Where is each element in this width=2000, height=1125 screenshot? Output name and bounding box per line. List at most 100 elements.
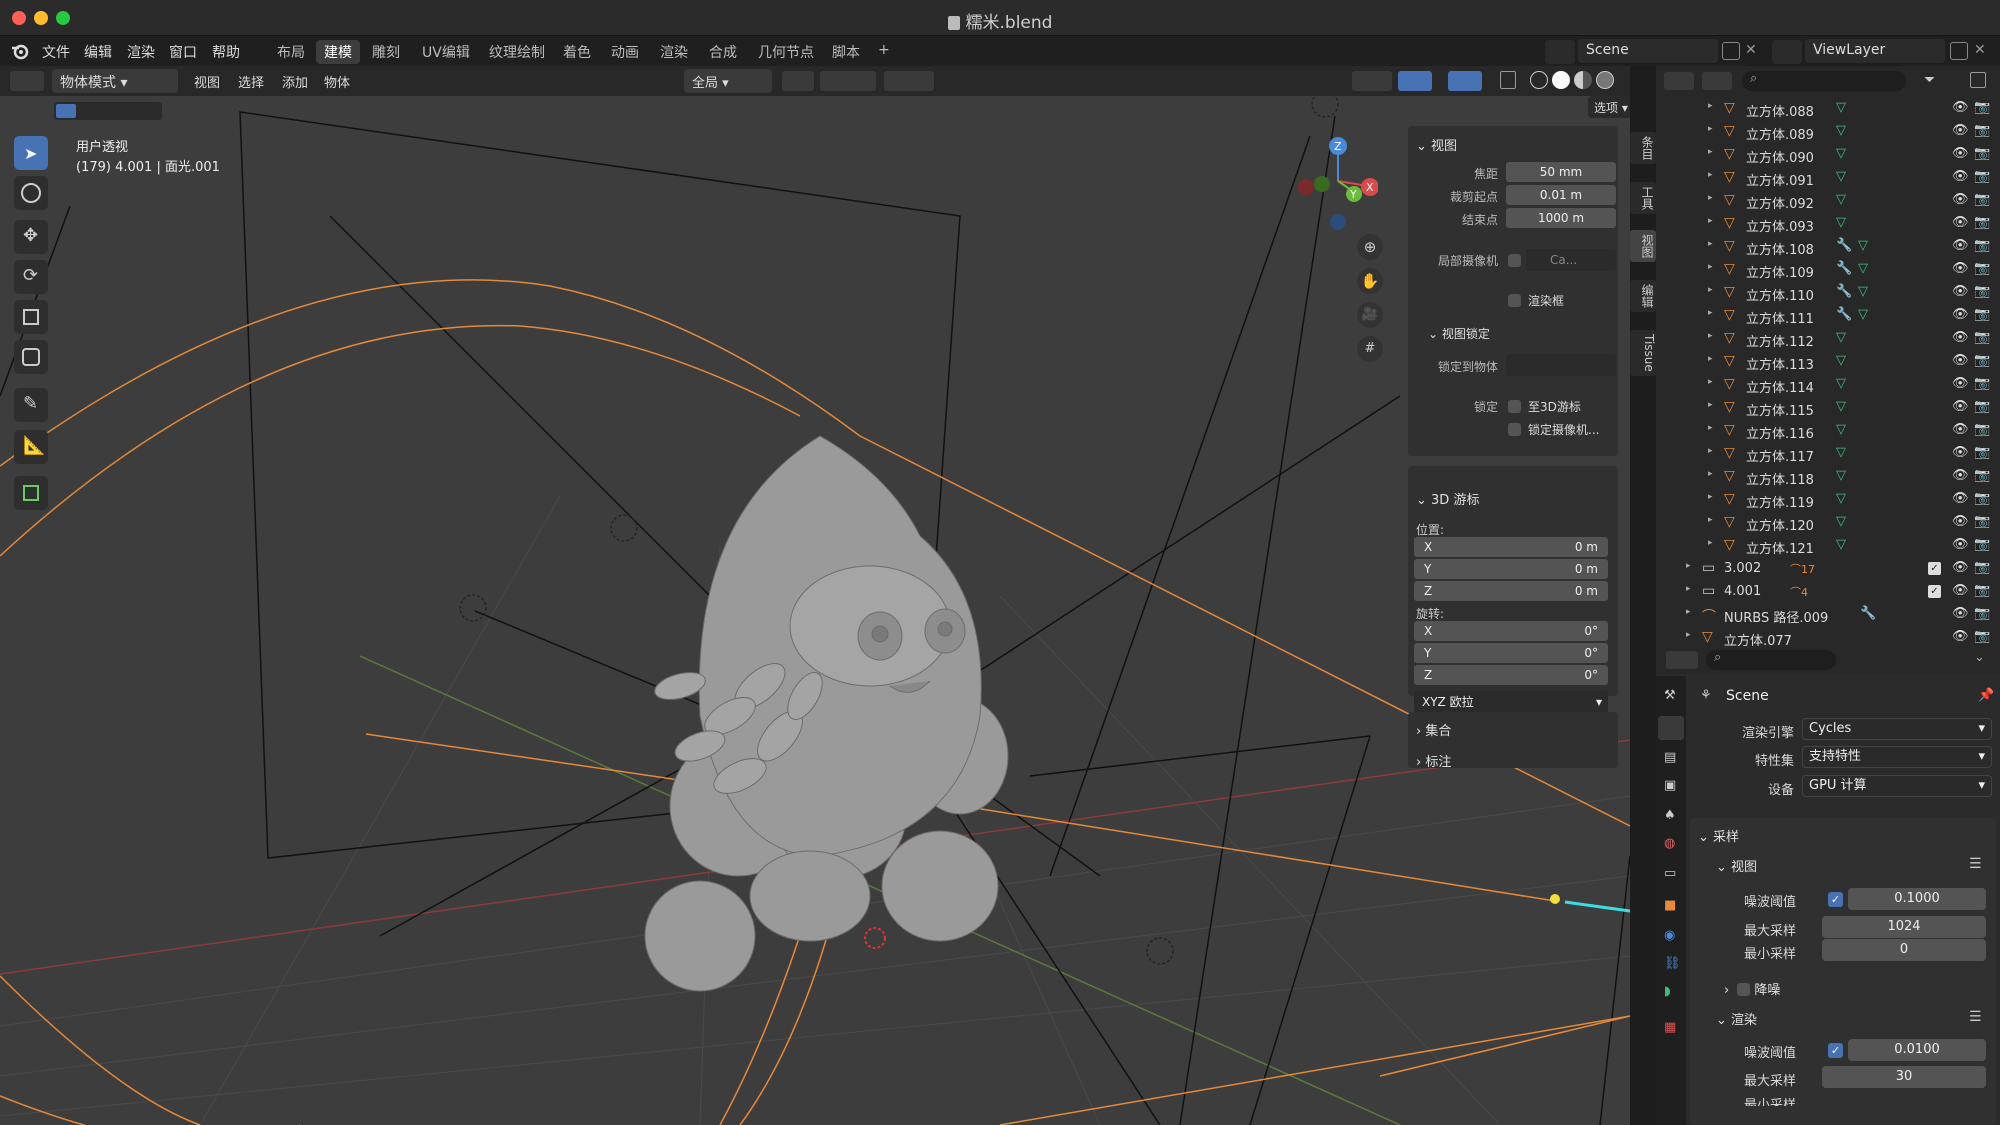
mesh-data-icon[interactable]: ▽ [1836, 537, 1846, 552]
select-tool-button[interactable]: ➤ [14, 136, 48, 170]
mesh-data-icon[interactable]: ▽ [1836, 330, 1846, 345]
outliner-collection-row[interactable]: ▸ ▭ 3.002 ⌒17 ✓ 👁 📷 [1656, 558, 2000, 581]
viewport-menu-select[interactable]: 选择 [238, 72, 264, 91]
denoise-checkbox[interactable] [1737, 983, 1751, 996]
render-region-checkbox[interactable] [1508, 294, 1521, 307]
outliner-object-row[interactable]: ▸ ▽ 立方体.117 ▽ 👁 📷 [1656, 443, 2000, 466]
expand-arrow-icon[interactable]: ▸ [1708, 147, 1713, 157]
r-max-field[interactable]: 30 [1822, 1066, 1986, 1088]
cursor-y-field[interactable]: Y0 m [1414, 559, 1608, 579]
viewport-presets-icon[interactable]: ☰ [1969, 856, 1982, 872]
outliner-curve-row[interactable]: ▸ ⌒ NURBS 路径.009 🔧 👁 📷 [1656, 604, 2000, 627]
workspace-tab-sculpt[interactable]: 雕刻 [364, 40, 408, 64]
expand-arrow-icon[interactable]: ▸ [1708, 170, 1713, 180]
eye-icon[interactable]: 👁 [1952, 537, 1969, 552]
expand-arrow-icon[interactable]: ▸ [1708, 285, 1713, 295]
overlay-toggle-icon[interactable] [1448, 71, 1482, 91]
remove-viewlayer-icon[interactable]: ✕ [1974, 42, 1986, 58]
add-cube-tool-button[interactable] [14, 476, 48, 510]
snap-icon[interactable] [820, 71, 876, 91]
constraints-tab-icon[interactable]: ⛓ [1664, 956, 1681, 971]
outliner-object-row[interactable]: ▸ ▽ 立方体.090 ▽ 👁 📷 [1656, 144, 2000, 167]
camera-view-icon[interactable]: 🎥 [1357, 302, 1383, 328]
local-camera-checkbox[interactable] [1508, 254, 1521, 267]
expand-arrow-icon[interactable]: ▸ [1708, 124, 1713, 134]
menu-window[interactable]: 窗口 [169, 42, 197, 62]
pan-hand-icon[interactable]: ✋ [1357, 268, 1383, 294]
mesh-data-icon[interactable]: ▽ [1836, 123, 1846, 138]
expand-arrow-icon[interactable]: ▸ [1708, 469, 1713, 479]
camera-render-icon[interactable]: 📷 [1974, 445, 1990, 460]
camera-render-icon[interactable]: 📷 [1974, 261, 1990, 276]
camera-render-icon[interactable]: 📷 [1974, 192, 1990, 207]
clip-start-field[interactable]: 0.01 m [1506, 185, 1616, 205]
outliner-object-row[interactable]: ▸ ▽ 立方体.109 🔧 ▽ 👁 📷 [1656, 259, 2000, 282]
outliner-object-row[interactable]: ▸ ▽ 立方体.111 🔧 ▽ 👁 📷 [1656, 305, 2000, 328]
feature-set-dropdown[interactable]: 支持特性 ▾ [1802, 746, 1992, 768]
rotate-tool-button[interactable]: ⟳ [14, 260, 48, 294]
outliner-object-row[interactable]: ▸ ▽ 立方体.115 ▽ 👁 📷 [1656, 397, 2000, 420]
vp-noise-checkbox[interactable]: ✓ [1828, 892, 1843, 907]
cursor-rot-z-field[interactable]: Z 0° [1414, 665, 1608, 685]
collection-section-header[interactable]: › 集合 [1416, 720, 1451, 739]
view-lock-header[interactable]: ⌄ 视图锁定 [1428, 325, 1490, 342]
camera-render-icon[interactable]: 📷 [1974, 583, 1990, 598]
scene-tab-icon[interactable]: ♠ [1664, 808, 1676, 823]
workspace-tab-geometry-nodes[interactable]: 几何节点 [750, 40, 822, 64]
pivot-point-icon[interactable] [782, 71, 814, 91]
outliner-object-row[interactable]: ▸ ▽ 立方体.112 ▽ 👁 📷 [1656, 328, 2000, 351]
workspace-tab-texture-paint[interactable]: 纹理绘制 [481, 40, 553, 64]
camera-render-icon[interactable]: 📷 [1974, 307, 1990, 322]
outliner-object-row[interactable]: ▸ ▽ 立方体.114 ▽ 👁 📷 [1656, 374, 2000, 397]
lock-object-field[interactable] [1506, 354, 1616, 376]
camera-render-icon[interactable]: 📷 [1974, 560, 1990, 575]
cursor-rot-y-field[interactable]: Y 0° [1414, 643, 1608, 663]
expand-arrow-icon[interactable]: ▸ [1708, 515, 1713, 525]
mesh-data-icon[interactable]: ▽ [1836, 422, 1846, 437]
eye-icon[interactable]: 👁 [1952, 353, 1969, 368]
eye-icon[interactable]: 👁 [1952, 261, 1969, 276]
expand-arrow-icon[interactable]: ▸ [1686, 630, 1691, 640]
camera-render-icon[interactable]: 📷 [1974, 399, 1990, 414]
camera-render-icon[interactable]: 📷 [1974, 330, 1990, 345]
eye-icon[interactable]: 👁 [1952, 422, 1969, 437]
add-workspace-button[interactable]: + [870, 40, 898, 64]
data-tab-icon[interactable]: ◗ [1664, 984, 1671, 999]
mesh-data-icon[interactable]: ▽ [1836, 468, 1846, 483]
expand-arrow-icon[interactable]: ▸ [1686, 584, 1691, 594]
sampling-header[interactable]: ⌄ 采样 [1698, 826, 1739, 845]
modifier-wrench-icon[interactable]: 🔧 [1836, 261, 1852, 276]
camera-render-icon[interactable]: 📷 [1974, 514, 1990, 529]
workspace-tab-shading[interactable]: 着色 [555, 40, 599, 64]
eye-icon[interactable]: 👁 [1952, 192, 1969, 207]
outliner-display-mode-icon[interactable] [1702, 72, 1732, 90]
modifier-wrench-icon[interactable]: 🔧 [1836, 284, 1852, 299]
r-noise-checkbox[interactable]: ✓ [1828, 1043, 1843, 1058]
mesh-data-icon[interactable]: ▽ [1858, 261, 1868, 276]
eye-icon[interactable]: 👁 [1952, 100, 1969, 115]
camera-render-icon[interactable]: 📷 [1974, 215, 1990, 230]
new-viewlayer-icon[interactable] [1950, 42, 1968, 60]
eye-icon[interactable]: 👁 [1952, 169, 1969, 184]
lock-to-cursor-checkbox[interactable] [1508, 400, 1521, 413]
camera-render-icon[interactable]: 📷 [1974, 284, 1990, 299]
vp-max-field[interactable]: 1024 [1822, 916, 1986, 938]
collection-tab-icon[interactable]: ▭ [1664, 866, 1676, 881]
eye-icon[interactable]: 👁 [1952, 376, 1969, 391]
expand-arrow-icon[interactable]: ▸ [1708, 193, 1713, 203]
gizmo-toggle-icon[interactable] [1398, 71, 1432, 91]
mesh-data-icon[interactable]: ▽ [1836, 491, 1846, 506]
workspace-tab-compositing[interactable]: 合成 [701, 40, 745, 64]
camera-render-icon[interactable]: 📷 [1974, 629, 1990, 644]
mesh-data-icon[interactable]: ▽ [1858, 238, 1868, 253]
expand-arrow-icon[interactable]: ▸ [1708, 446, 1713, 456]
new-scene-icon[interactable] [1722, 42, 1740, 60]
properties-editor-icon[interactable] [1666, 651, 1698, 669]
outliner-object-row[interactable]: ▸ ▽ 立方体.091 ▽ 👁 📷 [1656, 167, 2000, 190]
camera-render-icon[interactable]: 📷 [1974, 468, 1990, 483]
expand-arrow-icon[interactable]: ▸ [1708, 216, 1713, 226]
outliner-collection-row[interactable]: ▸ ▭ 4.001 ⌒4 ✓ 👁 📷 [1656, 581, 2000, 604]
outliner-object-row[interactable]: ▸ ▽ 立方体.108 🔧 ▽ 👁 📷 [1656, 236, 2000, 259]
eye-icon[interactable]: 👁 [1952, 399, 1969, 414]
camera-render-icon[interactable]: 📷 [1974, 537, 1990, 552]
